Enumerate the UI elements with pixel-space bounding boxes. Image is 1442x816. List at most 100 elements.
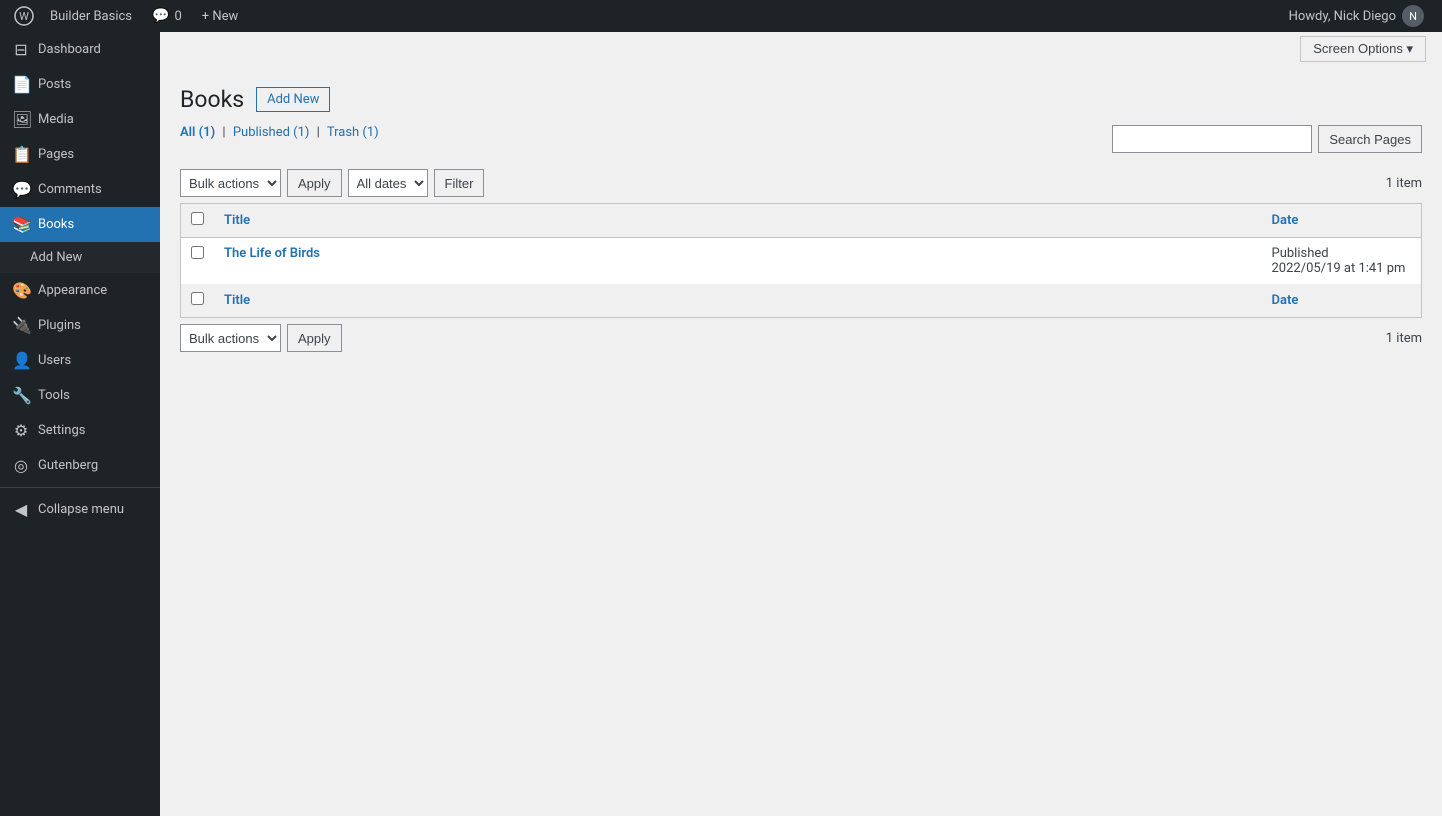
- top-controls: All (1) | Published (1) | Trash (1) Sear…: [180, 125, 1422, 163]
- bulk-actions-select-bottom[interactable]: Bulk actions: [180, 324, 281, 352]
- post-title-link[interactable]: The Life of Birds: [224, 246, 320, 261]
- plugins-icon: 🔌: [12, 316, 30, 335]
- admin-bar: W Builder Basics 💬 0 + New Howdy, Nick D…: [0, 0, 1442, 32]
- filter-link-all[interactable]: All (1): [180, 125, 215, 140]
- bulk-actions-select-top[interactable]: Bulk actions: [180, 169, 281, 197]
- sidebar-item-books[interactable]: 📚 Books: [0, 207, 160, 242]
- comments-icon: 💬: [152, 8, 169, 24]
- item-count-bottom: 1 item: [1386, 331, 1422, 346]
- sidebar-item-pages[interactable]: 📋 Pages: [0, 137, 160, 172]
- date-status: Published: [1272, 246, 1329, 261]
- page-title: Books: [180, 86, 244, 113]
- sidebar-item-label: Dashboard: [38, 42, 101, 57]
- title-sort-link-footer[interactable]: Title: [224, 293, 250, 308]
- sidebar-item-label: Gutenberg: [38, 458, 98, 473]
- sidebar: ⊟ Dashboard 📄 Posts 🖼 Media 📋 Pages 💬 Co…: [0, 32, 160, 816]
- toolbar-bottom: Bulk actions Apply 1 item: [180, 324, 1422, 352]
- filter-links: All (1) | Published (1) | Trash (1): [180, 125, 379, 140]
- sidebar-item-books-add-new[interactable]: Add New: [0, 242, 160, 273]
- adminbar-howdy[interactable]: Howdy, Nick Diego N: [1279, 5, 1434, 27]
- select-all-header: [181, 204, 215, 238]
- select-all-footer: [181, 284, 215, 318]
- sidebar-item-tools[interactable]: 🔧 Tools: [0, 378, 160, 413]
- sidebar-item-label: Plugins: [38, 318, 81, 333]
- date-column-header: Date: [1262, 204, 1422, 238]
- sidebar-item-label: Books: [38, 217, 74, 232]
- row-checkbox[interactable]: [191, 246, 204, 259]
- books-icon: 📚: [12, 215, 30, 234]
- sidebar-item-label: Users: [38, 353, 71, 368]
- howdy-text: Howdy, Nick Diego: [1289, 9, 1396, 24]
- sidebar-item-label: Appearance: [38, 283, 107, 298]
- sidebar-item-label: Collapse menu: [38, 502, 124, 517]
- tools-icon: 🔧: [12, 386, 30, 405]
- item-count-top: 1 item: [1386, 176, 1422, 191]
- avatar: N: [1402, 5, 1424, 27]
- books-table: Title Date Th: [180, 203, 1422, 318]
- sidebar-item-dashboard[interactable]: ⊟ Dashboard: [0, 32, 160, 67]
- title-column-footer: Title: [214, 284, 1262, 318]
- adminbar-right: Howdy, Nick Diego N: [1279, 5, 1434, 27]
- date-value: 2022/05/19 at 1:41 pm: [1272, 261, 1406, 276]
- filter-link-published[interactable]: Published (1): [233, 125, 310, 140]
- media-icon: 🖼: [12, 110, 30, 129]
- row-date-cell: Published 2022/05/19 at 1:41 pm: [1262, 238, 1422, 285]
- sidebar-item-plugins[interactable]: 🔌 Plugins: [0, 308, 160, 343]
- select-all-checkbox-footer[interactable]: [191, 292, 204, 305]
- wp-logo-icon[interactable]: W: [8, 0, 40, 32]
- adminbar-new[interactable]: + New: [192, 0, 249, 32]
- adminbar-site-name[interactable]: Builder Basics: [40, 0, 142, 32]
- books-add-new-label: Add New: [30, 250, 82, 265]
- table-row: The Life of Birds Published 2022/05/19 a…: [181, 238, 1422, 285]
- search-button[interactable]: Search Pages: [1318, 125, 1422, 153]
- users-icon: 👤: [12, 351, 30, 370]
- screen-options-bar: Screen Options ▾: [160, 32, 1442, 62]
- site-name-label: Builder Basics: [50, 9, 132, 24]
- filter-button[interactable]: Filter: [434, 169, 485, 197]
- pages-icon: 📋: [12, 145, 30, 164]
- settings-icon: ⚙: [12, 421, 30, 440]
- date-sort-link[interactable]: Date: [1272, 213, 1299, 228]
- title-column-header: Title: [214, 204, 1262, 238]
- row-checkbox-cell: [181, 238, 215, 285]
- dashboard-icon: ⊟: [12, 40, 30, 59]
- select-all-checkbox[interactable]: [191, 212, 204, 225]
- sidebar-item-media[interactable]: 🖼 Media: [0, 102, 160, 137]
- filter-link-trash[interactable]: Trash (1): [327, 125, 379, 140]
- sidebar-item-appearance[interactable]: 🎨 Appearance: [0, 273, 160, 308]
- comments-count: 0: [174, 9, 181, 24]
- collapse-icon: ◀: [12, 500, 30, 519]
- apply-button-top[interactable]: Apply: [287, 169, 342, 197]
- new-label: + New: [202, 9, 239, 24]
- add-new-button[interactable]: Add New: [256, 87, 330, 112]
- page-header: Books Add New: [180, 78, 1422, 113]
- appearance-icon: 🎨: [12, 281, 30, 300]
- sidebar-item-settings[interactable]: ⚙ Settings: [0, 413, 160, 448]
- screen-options-label: Screen Options ▾: [1313, 41, 1413, 57]
- toolbar-top: Bulk actions Apply All dates Filter 1 it…: [180, 169, 1422, 197]
- title-sort-link[interactable]: Title: [224, 213, 250, 228]
- sidebar-item-label: Comments: [38, 182, 102, 197]
- apply-button-bottom[interactable]: Apply: [287, 324, 342, 352]
- date-sort-link-footer[interactable]: Date: [1272, 293, 1299, 308]
- gutenberg-icon: ◎: [12, 456, 30, 475]
- date-column-footer: Date: [1262, 284, 1422, 318]
- date-filter-select[interactable]: All dates: [348, 169, 428, 197]
- posts-icon: 📄: [12, 75, 30, 94]
- row-title-cell: The Life of Birds: [214, 238, 1262, 285]
- search-input[interactable]: [1112, 125, 1312, 153]
- sidebar-item-label: Settings: [38, 423, 85, 438]
- comments-icon: 💬: [12, 180, 30, 199]
- sidebar-item-gutenberg[interactable]: ◎ Gutenberg: [0, 448, 160, 483]
- search-area: Search Pages: [1112, 125, 1422, 153]
- svg-text:W: W: [19, 10, 29, 23]
- sidebar-item-collapse[interactable]: ◀ Collapse menu: [0, 492, 160, 527]
- main-content: Screen Options ▾ Books Add New All (1) |…: [160, 32, 1442, 816]
- sidebar-item-posts[interactable]: 📄 Posts: [0, 67, 160, 102]
- sidebar-item-comments[interactable]: 💬 Comments: [0, 172, 160, 207]
- sidebar-item-users[interactable]: 👤 Users: [0, 343, 160, 378]
- sidebar-item-label: Pages: [38, 147, 74, 162]
- sidebar-item-label: Media: [38, 112, 74, 127]
- screen-options-button[interactable]: Screen Options ▾: [1300, 36, 1426, 62]
- adminbar-comments[interactable]: 💬 0: [142, 0, 192, 32]
